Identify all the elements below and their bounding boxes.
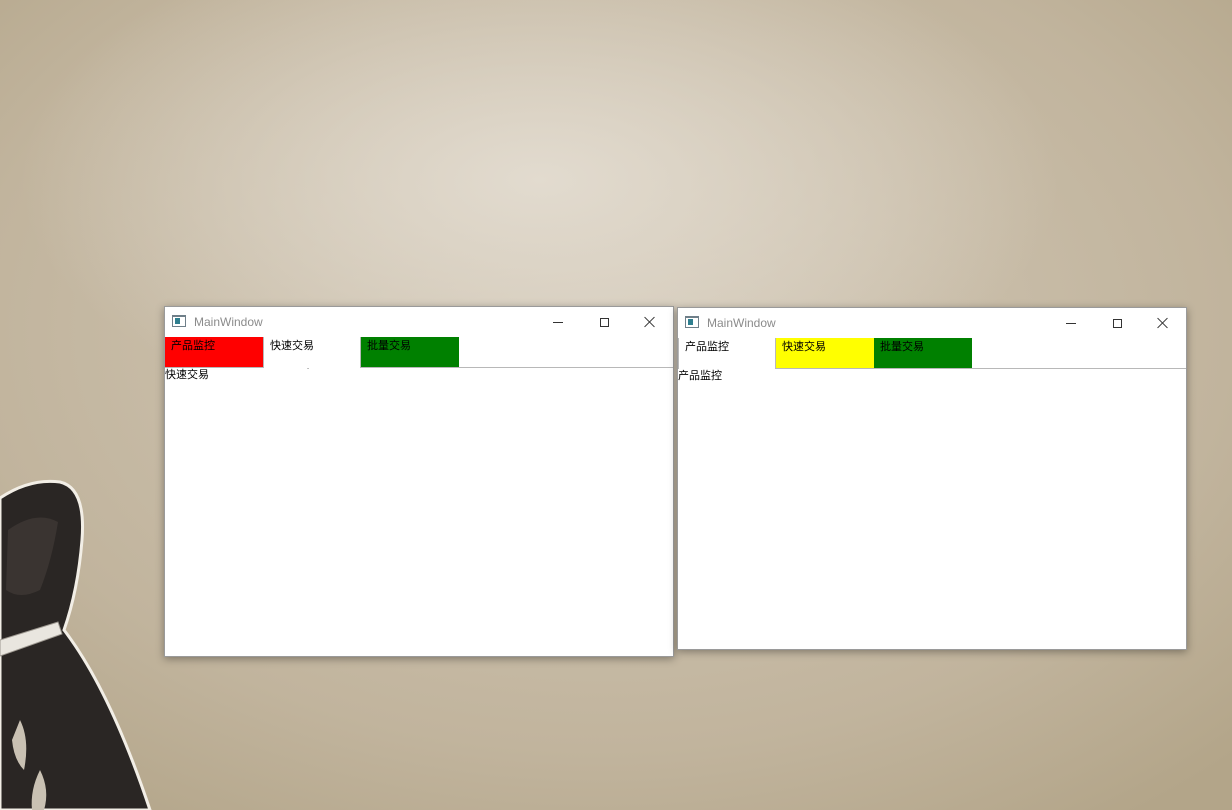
tab-strip: 产品监控 快速交易 批量交易 <box>678 338 1186 369</box>
app-icon <box>172 315 186 327</box>
tab-label: 批量交易 <box>880 340 924 353</box>
tab-label: 产品监控 <box>685 340 729 353</box>
minimize-button[interactable] <box>535 307 581 337</box>
tab-label: 批量交易 <box>367 339 411 352</box>
desktop: MainWindow 产品监控 快速交易 批量交易 快速交易 MainWindo… <box>0 0 1232 810</box>
minimize-icon <box>553 322 563 323</box>
title-bar[interactable]: MainWindow <box>678 308 1186 338</box>
app-icon <box>685 316 699 328</box>
close-icon <box>1157 317 1169 329</box>
main-window-2[interactable]: MainWindow 产品监控 快速交易 批量交易 产品监控 <box>677 307 1187 650</box>
tab-content-panel: 快速交易 <box>165 368 673 656</box>
window-title: MainWindow <box>707 316 776 330</box>
tab-content-text: 快速交易 <box>165 368 209 381</box>
minimize-icon <box>1066 323 1076 324</box>
close-button[interactable] <box>627 307 673 337</box>
tab-batch-trade[interactable]: 批量交易 <box>874 338 972 368</box>
minimize-button[interactable] <box>1048 308 1094 338</box>
maximize-button[interactable] <box>1094 308 1140 338</box>
main-window-1[interactable]: MainWindow 产品监控 快速交易 批量交易 快速交易 <box>164 306 674 657</box>
tab-label: 产品监控 <box>171 339 215 352</box>
maximize-button[interactable] <box>581 307 627 337</box>
tab-strip: 产品监控 快速交易 批量交易 <box>165 337 673 368</box>
maximize-icon <box>599 317 609 327</box>
maximize-icon <box>1112 318 1122 328</box>
tab-label: 快速交易 <box>270 339 314 352</box>
title-bar[interactable]: MainWindow <box>165 307 673 337</box>
tab-quick-trade[interactable]: 快速交易 <box>263 337 361 368</box>
tab-product-monitor[interactable]: 产品监控 <box>165 337 263 367</box>
window-title: MainWindow <box>194 315 263 329</box>
guitar-wallpaper-art <box>0 479 152 810</box>
tab-label: 快速交易 <box>782 340 826 353</box>
close-button[interactable] <box>1140 308 1186 338</box>
close-icon <box>644 316 656 328</box>
tab-batch-trade[interactable]: 批量交易 <box>361 337 459 367</box>
tab-product-monitor[interactable]: 产品监控 <box>678 338 776 369</box>
tab-quick-trade[interactable]: 快速交易 <box>776 338 874 368</box>
tab-content-text: 产品监控 <box>678 369 722 382</box>
tab-content-panel: 产品监控 <box>678 369 1186 649</box>
